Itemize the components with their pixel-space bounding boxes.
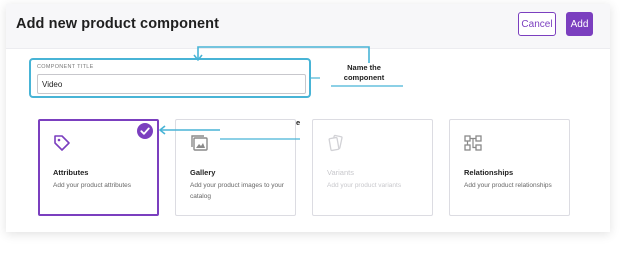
- component-card-gallery[interactable]: Gallery Add your product images to your …: [175, 119, 296, 216]
- variants-icon: [328, 134, 343, 152]
- component-description: Add your product attributes: [53, 182, 132, 189]
- component-name: Relationships: [464, 168, 514, 177]
- tag-icon: [54, 135, 70, 151]
- component-card-variants: Variants Add your product variants: [312, 119, 433, 216]
- component-card-relationships[interactable]: Relationships Add your product relations…: [449, 119, 570, 216]
- image-gallery-icon: [191, 135, 208, 151]
- cancel-button[interactable]: Cancel: [518, 12, 556, 36]
- add-button[interactable]: Add: [566, 12, 593, 36]
- component-title-label: COMPONENT TITLE: [37, 64, 94, 70]
- selected-check-icon: [137, 123, 153, 139]
- relationships-icon: [464, 135, 482, 151]
- component-name: Gallery: [190, 168, 216, 177]
- component-title-input[interactable]: [37, 74, 306, 94]
- component-description: Add your product relationships: [464, 182, 552, 189]
- component-description: Add your product variants: [327, 182, 402, 189]
- component-name: Variants: [327, 168, 354, 177]
- modal-header: Add new product component Cancel Add: [6, 4, 610, 49]
- name-note: Name the component: [343, 63, 385, 82]
- component-name: Attributes: [53, 168, 89, 177]
- page-title: Add new product component: [16, 16, 220, 32]
- component-description: Add your product images to your catalog: [190, 182, 284, 200]
